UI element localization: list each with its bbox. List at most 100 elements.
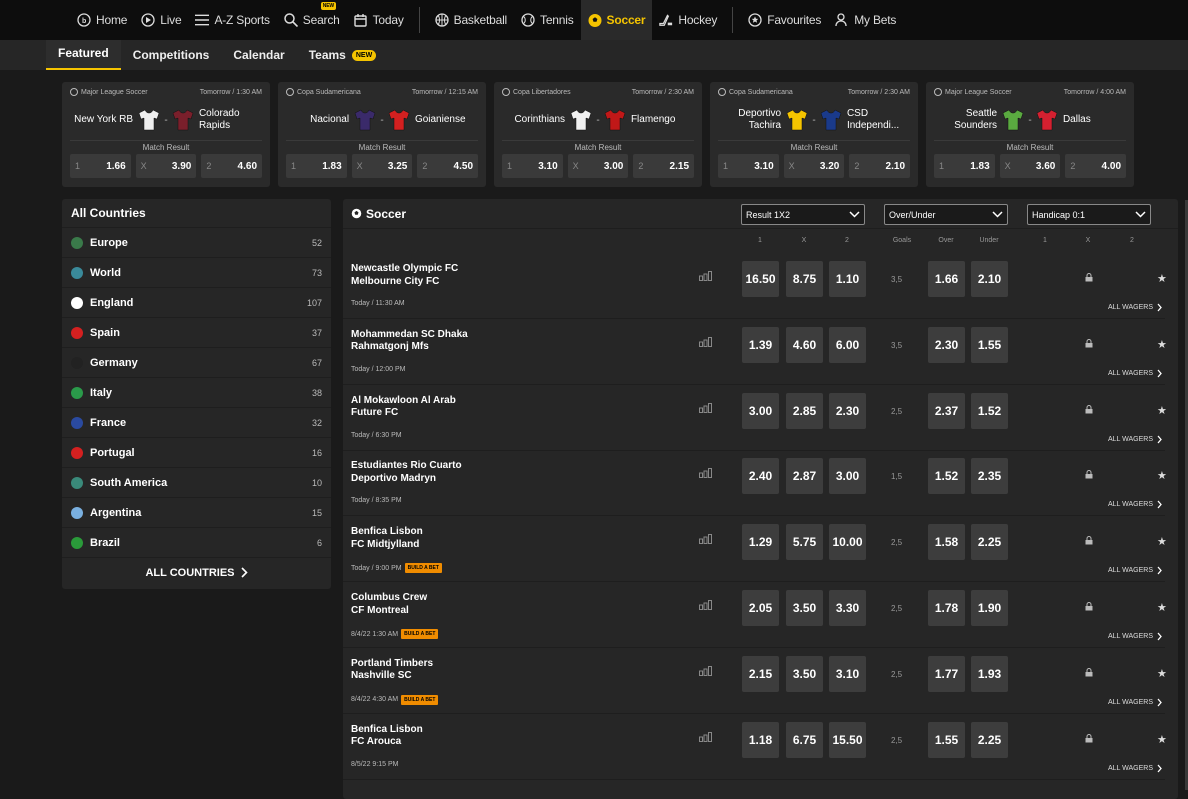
build-a-bet-badge[interactable]: BUILD A BET <box>404 563 442 574</box>
odds-button[interactable]: X 3.20 <box>783 154 845 178</box>
country-item-italy[interactable]: Italy 38 <box>62 377 331 407</box>
odds-button[interactable]: 1 3.10 <box>502 154 563 178</box>
odds-button[interactable]: 3.50 <box>786 590 823 626</box>
under-odds-button[interactable]: 2.25 <box>971 721 1008 758</box>
country-item-germany[interactable]: Germany 67 <box>62 347 331 377</box>
under-odds-button[interactable]: 2.10 <box>971 261 1008 297</box>
nav-soccer[interactable]: Soccer <box>580 0 653 40</box>
featured-match-card[interactable]: Major League Soccer Tomorrow / 1:30 AM New… <box>62 82 270 187</box>
over-odds-button[interactable]: 1.66 <box>928 261 965 297</box>
match-row[interactable]: Columbus Crew CF Montreal 8/4/22 1:30 AM BU… <box>343 582 1167 648</box>
odds-button[interactable]: 2.87 <box>786 458 823 495</box>
nav-tennis[interactable]: Tennis <box>514 0 581 40</box>
under-odds-button[interactable]: 1.90 <box>971 590 1008 626</box>
nav-home[interactable]: b Home <box>70 0 134 40</box>
over-odds-button[interactable]: 1.55 <box>928 721 965 758</box>
nav-basketball[interactable]: Basketball <box>428 0 514 40</box>
all-wagers-link[interactable]: ALL WAGERS <box>1108 698 1162 707</box>
odds-button[interactable]: 3.50 <box>786 655 823 692</box>
all-wagers-link[interactable]: ALL WAGERS <box>1108 566 1162 575</box>
favourite-star-icon[interactable]: ★ <box>1157 733 1167 746</box>
odds-button[interactable]: 2 2.10 <box>849 154 911 178</box>
under-odds-button[interactable]: 2.25 <box>971 524 1008 561</box>
odds-button[interactable]: X 3.90 <box>135 154 197 178</box>
market-select[interactable]: Over/Under <box>884 204 1008 225</box>
favourite-star-icon[interactable]: ★ <box>1157 535 1167 548</box>
match-row[interactable]: Newcastle Olympic FC Melbourne City FC Tod… <box>343 253 1167 319</box>
match-row[interactable]: Benfica Lisbon FC Midtjylland Today / 9:00… <box>343 516 1167 583</box>
odds-button[interactable]: X 3.25 <box>351 154 413 178</box>
stats-icon[interactable] <box>699 665 713 676</box>
featured-match-card[interactable]: Copa Libertadores Tomorrow / 2:30 AM Corin… <box>494 82 702 187</box>
nav-my-bets[interactable]: My Bets <box>828 0 903 40</box>
all-wagers-link[interactable]: ALL WAGERS <box>1108 303 1162 312</box>
odds-button[interactable]: 3.30 <box>829 590 866 626</box>
under-odds-button[interactable]: 2.35 <box>971 458 1008 495</box>
odds-button[interactable]: 2 2.15 <box>633 154 695 178</box>
favourite-star-icon[interactable]: ★ <box>1157 667 1167 680</box>
odds-button[interactable]: 16.50 <box>742 261 779 297</box>
favourite-star-icon[interactable]: ★ <box>1157 272 1167 285</box>
odds-button[interactable]: 1 1.83 <box>286 154 347 178</box>
favourite-star-icon[interactable]: ★ <box>1157 338 1167 351</box>
odds-button[interactable]: 1 1.83 <box>934 154 995 178</box>
nav-a-z-sports[interactable]: A-Z Sports <box>188 0 276 40</box>
tab-calendar[interactable]: Calendar <box>221 40 296 70</box>
nav-live[interactable]: Live <box>134 0 188 40</box>
favourite-star-icon[interactable]: ★ <box>1157 469 1167 482</box>
build-a-bet-badge[interactable]: BUILD A BET <box>401 694 439 705</box>
match-row[interactable]: Al Mokawloon Al Arab Future FC Today / 6:3… <box>343 385 1167 451</box>
nav-favourites[interactable]: Favourites <box>741 0 828 40</box>
country-item-england[interactable]: England 107 <box>62 287 331 317</box>
stats-icon[interactable] <box>699 731 713 742</box>
odds-button[interactable]: 2.15 <box>742 655 779 692</box>
odds-button[interactable]: 15.50 <box>829 721 866 758</box>
odds-button[interactable]: 1.10 <box>829 261 866 297</box>
odds-button[interactable]: 2.30 <box>829 392 866 429</box>
market-select[interactable]: Handicap 0:1 <box>1027 204 1151 225</box>
odds-button[interactable]: X 3.60 <box>999 154 1061 178</box>
featured-match-card[interactable]: Copa Sudamericana Tomorrow / 12:15 AM Naci… <box>278 82 486 187</box>
over-odds-button[interactable]: 2.37 <box>928 392 965 429</box>
odds-button[interactable]: 2 4.50 <box>417 154 479 178</box>
odds-button[interactable]: 2 4.60 <box>201 154 263 178</box>
all-wagers-link[interactable]: ALL WAGERS <box>1108 435 1162 444</box>
stats-icon[interactable] <box>699 336 713 347</box>
all-wagers-link[interactable]: ALL WAGERS <box>1108 632 1162 641</box>
odds-button[interactable]: 1 3.10 <box>718 154 779 178</box>
odds-button[interactable]: 6.00 <box>829 326 866 363</box>
market-select[interactable]: Result 1X2 <box>741 204 865 225</box>
over-odds-button[interactable]: 1.52 <box>928 458 965 495</box>
country-item-europe[interactable]: Europe 52 <box>62 227 331 257</box>
country-item-south-america[interactable]: South America 10 <box>62 467 331 497</box>
match-row[interactable]: Benfica Lisbon FC Arouca 8/5/22 9:15 PM 1.1… <box>343 714 1167 780</box>
favourite-star-icon[interactable]: ★ <box>1157 404 1167 417</box>
nav-search[interactable]: Search NEW <box>277 0 347 40</box>
odds-button[interactable]: 2 4.00 <box>1065 154 1127 178</box>
odds-button[interactable]: 3.10 <box>829 655 866 692</box>
tab-featured[interactable]: Featured <box>46 40 121 70</box>
all-wagers-link[interactable]: ALL WAGERS <box>1108 764 1162 773</box>
odds-button[interactable]: 3.00 <box>742 392 779 429</box>
stats-icon[interactable] <box>699 468 713 479</box>
odds-button[interactable]: 2.05 <box>742 590 779 626</box>
odds-button[interactable]: 2.85 <box>786 392 823 429</box>
featured-match-card[interactable]: Copa Sudamericana Tomorrow / 2:30 AM Depor… <box>710 82 918 187</box>
build-a-bet-badge[interactable]: BUILD A BET <box>401 629 439 639</box>
country-item-world[interactable]: World 73 <box>62 257 331 287</box>
tab-teams[interactable]: Teams NEW <box>297 40 388 70</box>
over-odds-button[interactable]: 1.58 <box>928 524 965 561</box>
country-item-brazil[interactable]: Brazil 6 <box>62 527 331 557</box>
country-item-spain[interactable]: Spain 37 <box>62 317 331 347</box>
stats-icon[interactable] <box>699 271 713 281</box>
match-row[interactable]: Estudiantes Rio Cuarto Deportivo Madryn To… <box>343 450 1167 517</box>
under-odds-button[interactable]: 1.93 <box>971 655 1008 692</box>
all-countries-link[interactable]: ALL COUNTRIES <box>62 557 331 587</box>
odds-button[interactable]: 4.60 <box>786 326 823 363</box>
country-item-france[interactable]: France 32 <box>62 407 331 437</box>
odds-button[interactable]: X 3.00 <box>567 154 629 178</box>
odds-button[interactable]: 1.39 <box>742 326 779 363</box>
match-row[interactable]: Mohammedan SC Dhaka Rahmatgonj Mfs Today /… <box>343 319 1167 385</box>
country-item-argentina[interactable]: Argentina 15 <box>62 497 331 527</box>
odds-button[interactable]: 3.00 <box>829 458 866 495</box>
